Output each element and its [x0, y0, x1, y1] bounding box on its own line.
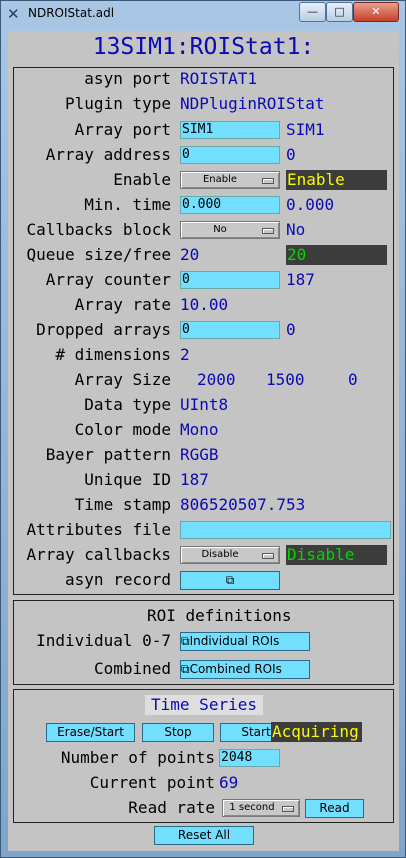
callbacks-block-readback: No: [286, 220, 306, 239]
array-counter-label: Array counter: [45, 270, 171, 289]
close-button[interactable]: ✕: [353, 2, 399, 22]
plugin-type-label: Plugin type: [65, 94, 171, 113]
time-stamp-value: 806520507.753: [180, 495, 306, 514]
queue-size-label: Queue size/free: [26, 245, 172, 264]
combined-rois-button[interactable]: ⧉Combined ROIs: [180, 660, 310, 679]
queue-size-value: 20: [180, 245, 200, 264]
array-size-z: 0: [348, 370, 358, 389]
read-rate-menu-value: 1 second: [229, 802, 275, 813]
array-size-label: Array Size: [74, 370, 171, 389]
dropdown-arrow-icon: [282, 806, 294, 812]
app-window: ✕ NDROIStat.adl — □ ✕ 13SIM1:ROIStat1: a…: [0, 0, 406, 858]
dropped-arrays-readback: 0: [286, 320, 296, 339]
bayer-pattern-value: RGGB: [180, 445, 219, 464]
array-address-input[interactable]: 0: [180, 146, 280, 164]
dropdown-arrow-icon: [262, 553, 274, 559]
read-rate-label: Read rate: [128, 798, 215, 817]
array-port-input[interactable]: SIM1: [180, 121, 280, 139]
dropped-arrays-input[interactable]: 0: [180, 321, 280, 339]
dropdown-arrow-icon: [262, 228, 274, 234]
enable-menu-value: Enable: [202, 174, 238, 185]
reset-all-button[interactable]: Reset All: [154, 826, 254, 845]
array-rate-value: 10.00: [180, 295, 229, 314]
array-callbacks-label: Array callbacks: [26, 545, 172, 564]
enable-label: Enable: [113, 170, 171, 189]
bayer-pattern-label: Bayer pattern: [45, 445, 171, 464]
dropdown-arrow-icon: [262, 178, 274, 184]
read-button[interactable]: Read: [305, 799, 364, 818]
dimensions-value: 2: [180, 345, 190, 364]
color-mode-label: Color mode: [74, 420, 171, 439]
array-address-readback: 0: [286, 145, 296, 164]
minimize-button[interactable]: —: [299, 2, 326, 22]
individual-rois-button[interactable]: ⧉Individual ROIs: [180, 632, 310, 651]
asyn-port-value: ROISTAT1: [180, 69, 258, 88]
array-size-x: 2000: [197, 370, 236, 389]
read-rate-menu[interactable]: 1 second: [222, 799, 300, 817]
attributes-file-label: Attributes file: [26, 520, 172, 539]
enable-menu[interactable]: Enable: [180, 171, 280, 189]
array-size-y: 1500: [266, 370, 305, 389]
array-callbacks-readback: Disable: [286, 545, 387, 565]
data-type-label: Data type: [84, 395, 171, 414]
callbacks-block-label: Callbacks block: [26, 220, 172, 239]
attributes-file-input[interactable]: [180, 521, 391, 539]
roi-definitions-title: ROI definitions: [147, 606, 292, 625]
min-time-input[interactable]: 0.000: [180, 196, 280, 214]
callbacks-block-menu-value: No: [213, 224, 227, 235]
unique-id-value: 187: [180, 470, 209, 489]
array-callbacks-menu[interactable]: Disable: [180, 546, 280, 564]
asyn-port-label: asyn port: [84, 69, 171, 88]
current-point-value: 69: [219, 773, 239, 792]
array-counter-input[interactable]: 0: [180, 271, 280, 289]
data-type-value: UInt8: [180, 395, 229, 414]
asyn-record-button[interactable]: ⧉: [180, 571, 280, 590]
unique-id-label: Unique ID: [84, 470, 171, 489]
erase-start-button[interactable]: Erase/Start: [46, 723, 135, 742]
window-title: NDROIStat.adl: [28, 6, 115, 20]
current-point-label: Current point: [89, 773, 215, 792]
min-time-readback: 0.000: [286, 195, 335, 214]
stop-button[interactable]: Stop: [142, 723, 214, 742]
array-port-readback: SIM1: [286, 120, 325, 139]
dropped-arrays-label: Dropped arrays: [36, 320, 171, 339]
callbacks-block-menu[interactable]: No: [180, 221, 280, 239]
acquire-status: Acquiring: [271, 722, 362, 742]
dimensions-label: # dimensions: [55, 345, 171, 364]
min-time-label: Min. time: [84, 195, 171, 214]
array-port-label: Array port: [74, 120, 171, 139]
enable-readback: Enable: [286, 170, 387, 190]
time-stamp-label: Time stamp: [74, 495, 171, 514]
array-address-label: Array address: [45, 145, 171, 164]
time-series-title: Time Series: [145, 695, 263, 715]
number-of-points-input[interactable]: 2048: [219, 749, 280, 767]
array-rate-label: Array rate: [74, 295, 171, 314]
plugin-type-value: NDPluginROIStat: [180, 94, 325, 113]
combined-roi-label: Combined: [93, 659, 171, 678]
individual-roi-label: Individual 0-7: [36, 631, 171, 650]
client-area: 13SIM1:ROIStat1: asyn port ROISTAT1 Plug…: [8, 31, 399, 851]
array-counter-readback: 187: [286, 270, 315, 289]
queue-free-value: 20: [286, 245, 387, 265]
number-of-points-label: Number of points: [60, 748, 215, 767]
asyn-record-label: asyn record: [65, 570, 171, 589]
x-logo-icon: ✕: [7, 5, 20, 23]
page-title: 13SIM1:ROIStat1:: [92, 34, 315, 60]
array-callbacks-menu-value: Disable: [201, 549, 239, 560]
maximize-button[interactable]: □: [326, 2, 353, 22]
color-mode-value: Mono: [180, 420, 219, 439]
title-bar[interactable]: ✕ NDROIStat.adl — □ ✕: [1, 1, 405, 27]
